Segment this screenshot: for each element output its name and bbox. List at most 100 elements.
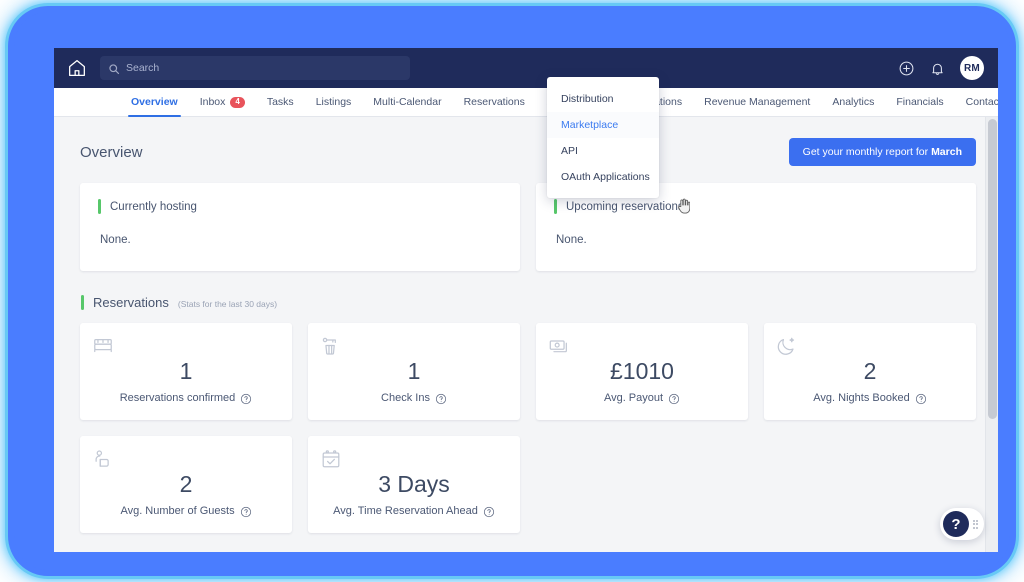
dropdown-item-api[interactable]: API xyxy=(547,138,659,164)
status-card-header: Upcoming reservations xyxy=(554,199,958,214)
reservation-stats-grid: 1 Reservations confirmed 1 Check Ins £1010 Av… xyxy=(80,323,976,533)
tab-label: Tasks xyxy=(266,96,294,108)
main-tab-bar: Overview Inbox 4 Tasks Listings Multi-Calenda… xyxy=(54,88,998,117)
reservations-section-title: Reservations xyxy=(93,295,169,310)
help-icon[interactable] xyxy=(915,393,927,405)
scrollbar-thumb[interactable] xyxy=(988,119,997,419)
stat-value: 3 Days xyxy=(378,471,450,497)
stat-card: 2 Avg. Number of Guests xyxy=(80,436,292,533)
card-accent-bar xyxy=(98,199,101,214)
bell-icon[interactable] xyxy=(929,60,946,77)
help-icon[interactable] xyxy=(240,393,252,405)
stat-card: 3 Days Avg. Time Reservation Ahead xyxy=(308,436,520,533)
status-card-title: Currently hosting xyxy=(110,200,197,213)
device-frame: RM Overview Inbox 4 Tasks Listings Multi-Cale… xyxy=(14,12,1010,570)
card-accent-bar xyxy=(554,199,557,214)
stat-value: £1010 xyxy=(610,358,674,384)
stat-label: Avg. Payout xyxy=(603,392,664,405)
stat-label-row: Avg. Nights Booked xyxy=(776,392,964,406)
stat-label: Avg. Nights Booked xyxy=(813,392,910,405)
key-bag-icon xyxy=(320,335,342,357)
top-navigation-bar: RM xyxy=(54,48,998,88)
bed-icon xyxy=(92,335,114,357)
tab-inbox[interactable]: Inbox 4 xyxy=(189,88,256,116)
dropdown-item-oauth-applications[interactable]: OAuth Applications xyxy=(547,164,659,190)
help-icon[interactable] xyxy=(668,393,680,405)
tab-listings[interactable]: Listings xyxy=(305,88,363,116)
question-mark-icon: ? xyxy=(943,511,969,537)
tab-badge: 4 xyxy=(230,96,245,108)
reservations-section-header: Reservations (Stats for the last 30 days… xyxy=(80,295,976,310)
app-viewport: RM Overview Inbox 4 Tasks Listings Multi-Cale… xyxy=(54,48,998,552)
status-cards-row: Currently hosting None. Upcoming reservati… xyxy=(80,183,976,271)
search-box[interactable] xyxy=(100,56,410,80)
stat-card: 1 Reservations confirmed xyxy=(80,323,292,420)
dropdown-item-distribution[interactable]: Distribution xyxy=(547,86,659,112)
vertical-scrollbar[interactable] xyxy=(985,117,998,552)
stat-label: Reservations confirmed xyxy=(119,392,236,405)
integrations-dropdown-menu: Distribution Marketplace API OAuth Applicat… xyxy=(547,77,659,198)
stat-label: Check Ins xyxy=(381,392,430,405)
stat-value: 2 xyxy=(863,358,877,384)
tab-multi-calendar[interactable]: Multi-Calendar xyxy=(362,88,452,116)
home-icon[interactable] xyxy=(66,57,88,79)
help-button[interactable]: ? xyxy=(940,508,984,540)
stat-label-row: Reservations confirmed xyxy=(92,392,280,406)
tab-label: Inbox xyxy=(199,96,226,108)
stat-label: Avg. Time Reservation Ahead xyxy=(333,505,478,518)
tab-label: Analytics xyxy=(832,96,875,108)
help-icon[interactable] xyxy=(483,506,495,518)
plus-circle-icon[interactable] xyxy=(898,60,915,77)
stat-value: 2 xyxy=(179,471,193,497)
monthly-report-button[interactable]: Get your monthly report for March xyxy=(788,138,976,166)
status-card-header: Currently hosting xyxy=(98,199,502,214)
status-card-body: None. xyxy=(556,234,587,246)
avatar[interactable]: RM xyxy=(960,56,984,80)
stat-card: £1010 Avg. Payout xyxy=(536,323,748,420)
stat-label: Avg. Number of Guests xyxy=(120,505,235,518)
page-content: Overview Get your monthly report for Mar… xyxy=(54,117,998,552)
dropdown-item-marketplace[interactable]: Marketplace xyxy=(547,112,659,138)
tab-analytics[interactable]: Analytics xyxy=(821,88,885,116)
moon-star-icon xyxy=(776,335,798,357)
help-icon[interactable] xyxy=(435,393,447,405)
stat-card: 1 Check Ins xyxy=(308,323,520,420)
stat-label-row: Avg. Payout xyxy=(548,392,736,406)
calendar-check-icon xyxy=(320,448,342,470)
tab-label: Overview xyxy=(131,96,178,108)
tab-reservations[interactable]: Reservations xyxy=(453,88,536,116)
tab-revenue-management[interactable]: Revenue Management xyxy=(693,88,821,116)
tab-contacts[interactable]: Contacts xyxy=(955,88,998,116)
search-input[interactable] xyxy=(126,62,402,74)
status-card-body: None. xyxy=(100,234,131,246)
section-accent-bar xyxy=(81,295,84,310)
stat-label-row: Avg. Time Reservation Ahead xyxy=(320,505,508,519)
search-icon xyxy=(108,62,120,75)
stat-card: 2 Avg. Nights Booked xyxy=(764,323,976,420)
tab-financials[interactable]: Financials xyxy=(885,88,954,116)
stat-value: 1 xyxy=(179,358,193,384)
stat-label-row: Check Ins xyxy=(320,392,508,406)
report-button-month: March xyxy=(931,146,962,158)
reservations-section-subtitle: (Stats for the last 30 days) xyxy=(177,299,278,309)
drag-handle-icon[interactable] xyxy=(972,518,979,530)
cash-icon xyxy=(548,335,570,357)
page-title: Overview xyxy=(80,143,143,161)
tab-label: Listings xyxy=(315,96,352,108)
tab-label: Reservations xyxy=(463,96,525,108)
tab-label: Contacts xyxy=(965,96,998,108)
tab-label: Financials xyxy=(896,96,944,108)
help-icon[interactable] xyxy=(240,506,252,518)
tab-overview[interactable]: Overview xyxy=(120,88,189,117)
page-header: Overview Get your monthly report for Mar… xyxy=(80,135,976,169)
stat-value: 1 xyxy=(407,358,421,384)
screen: RM Overview Inbox 4 Tasks Listings Multi-Cale… xyxy=(0,0,1024,582)
tab-label: Multi-Calendar xyxy=(373,96,442,108)
tab-label: Revenue Management xyxy=(704,96,811,108)
tab-tasks[interactable]: Tasks xyxy=(256,88,305,116)
status-card: Currently hosting None. xyxy=(80,183,520,271)
guest-icon xyxy=(92,448,114,470)
status-card-title: Upcoming reservations xyxy=(566,200,684,213)
topbar-actions: RM xyxy=(898,56,984,80)
report-button-prefix: Get your monthly report for xyxy=(802,146,932,158)
